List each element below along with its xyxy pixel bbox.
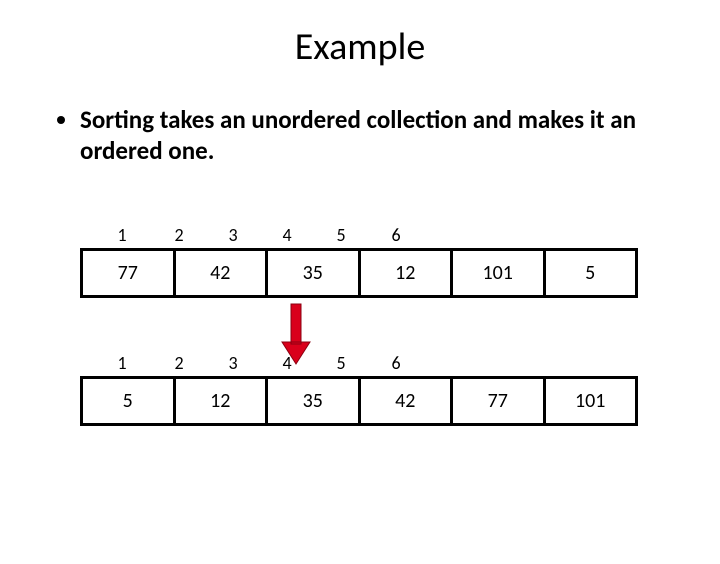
index-label: 2 bbox=[150, 224, 208, 246]
index-label: 5 bbox=[316, 352, 366, 374]
bullet-block: Sorting takes an unordered collection an… bbox=[56, 104, 676, 167]
sorted-array: 5 12 35 42 77 101 bbox=[80, 376, 638, 426]
index-row-bottom: 1 2 3 4 5 6 bbox=[94, 352, 640, 374]
array-cell: 42 bbox=[176, 251, 269, 295]
array-cell: 12 bbox=[176, 379, 269, 423]
array-cell: 101 bbox=[546, 379, 636, 423]
index-label: 1 bbox=[94, 352, 150, 374]
array-cell: 35 bbox=[268, 251, 361, 295]
index-label: 4 bbox=[258, 352, 316, 374]
array-cell: 5 bbox=[546, 251, 636, 295]
array-cell: 101 bbox=[453, 251, 546, 295]
unsorted-array: 77 42 35 12 101 5 bbox=[80, 248, 638, 298]
array-cell: 5 bbox=[83, 379, 176, 423]
index-label: 3 bbox=[208, 224, 258, 246]
array-cell: 12 bbox=[361, 251, 454, 295]
index-label: 4 bbox=[258, 224, 316, 246]
slide-title: Example bbox=[0, 24, 720, 70]
index-row-top: 1 2 3 4 5 6 bbox=[94, 224, 640, 246]
index-label: 6 bbox=[366, 352, 426, 374]
array-cell: 77 bbox=[83, 251, 176, 295]
bullet-text: Sorting takes an unordered collection an… bbox=[80, 104, 676, 167]
index-label: 6 bbox=[366, 224, 426, 246]
array-cell: 42 bbox=[361, 379, 454, 423]
index-label: 2 bbox=[150, 352, 208, 374]
array-cell: 77 bbox=[453, 379, 546, 423]
array-cell: 35 bbox=[268, 379, 361, 423]
slide: Example Sorting takes an unordered colle… bbox=[0, 24, 720, 564]
index-label: 5 bbox=[316, 224, 366, 246]
index-label: 3 bbox=[208, 352, 258, 374]
index-label: 1 bbox=[94, 224, 150, 246]
arrays-area: 1 2 3 4 5 6 77 42 35 12 101 5 1 2 3 4 5 … bbox=[80, 224, 640, 426]
